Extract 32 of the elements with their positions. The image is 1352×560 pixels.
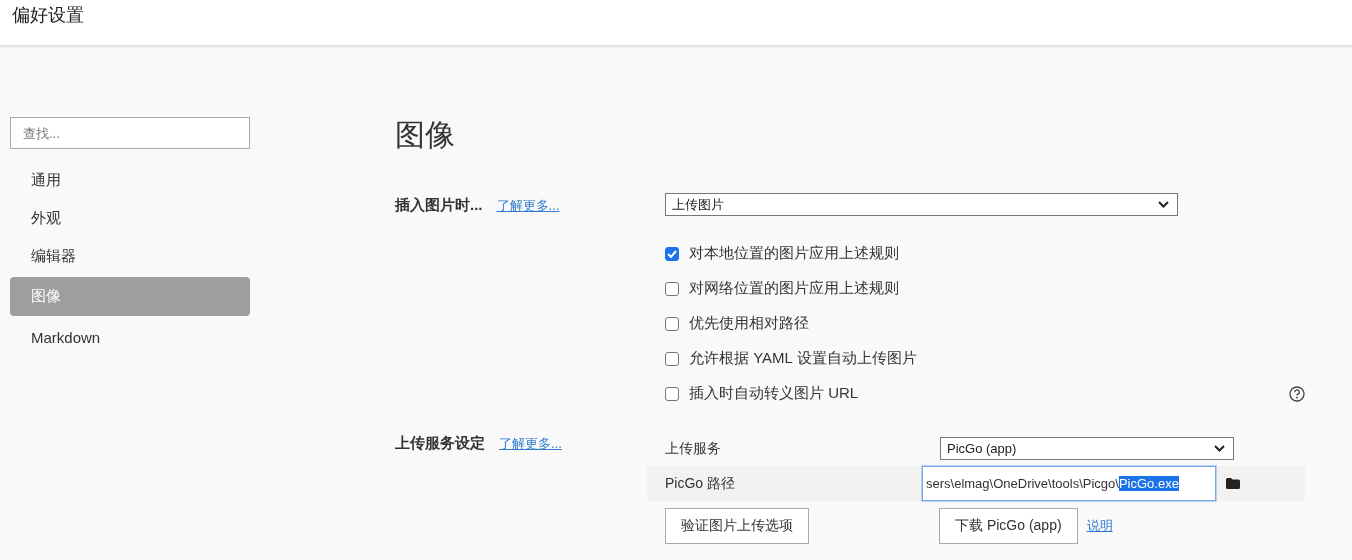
section-label: 上传服务设定	[395, 434, 485, 453]
help-icon[interactable]	[1289, 386, 1305, 402]
chevron-down-icon	[1214, 445, 1225, 452]
sidebar-item[interactable]: Markdown	[10, 320, 250, 354]
field-label: 上传服务	[665, 439, 722, 458]
checkbox[interactable]	[665, 386, 679, 401]
window-title: 偏好设置	[12, 4, 84, 27]
folder-icon[interactable]	[1226, 478, 1240, 489]
checkbox[interactable]	[665, 281, 679, 296]
download-button[interactable]: 下载 PicGo (app)	[939, 508, 1078, 544]
sidebar-item[interactable]: 外观	[10, 201, 250, 235]
checkbox[interactable]	[665, 351, 679, 366]
section-label: 插入图片时...	[395, 196, 483, 215]
checkbox[interactable]	[665, 316, 679, 331]
sidebar-item[interactable]: 编辑器	[10, 239, 250, 273]
checkbox-label: 优先使用相对路径	[689, 314, 809, 333]
search-field[interactable]: 查找...	[10, 117, 250, 149]
checkbox-label: 允许根据 YAML 设置自动上传图片	[689, 349, 917, 368]
field-label: PicGo 路径	[664, 474, 736, 493]
checkbox-label: 插入时自动转义图片 URL	[689, 384, 859, 403]
help-link[interactable]: 说明	[1086, 517, 1113, 535]
service-dropdown[interactable]: PicGo (app)	[940, 437, 1234, 460]
insert-dropdown[interactable]: 上传图片	[665, 193, 1178, 216]
chevron-down-icon	[1158, 201, 1169, 208]
checkbox[interactable]	[665, 246, 679, 261]
checkbox-label: 对本地位置的图片应用上述规则	[689, 244, 899, 263]
page-title: 图像	[395, 117, 456, 153]
checkbox-label: 对网络位置的图片应用上述规则	[689, 279, 899, 298]
learn-more-link[interactable]: 了解更多...	[496, 197, 560, 215]
learn-more-link[interactable]: 了解更多...	[499, 435, 562, 453]
sidebar-item[interactable]: 通用	[10, 163, 250, 197]
verify-button[interactable]: 验证图片上传选项	[665, 508, 809, 544]
